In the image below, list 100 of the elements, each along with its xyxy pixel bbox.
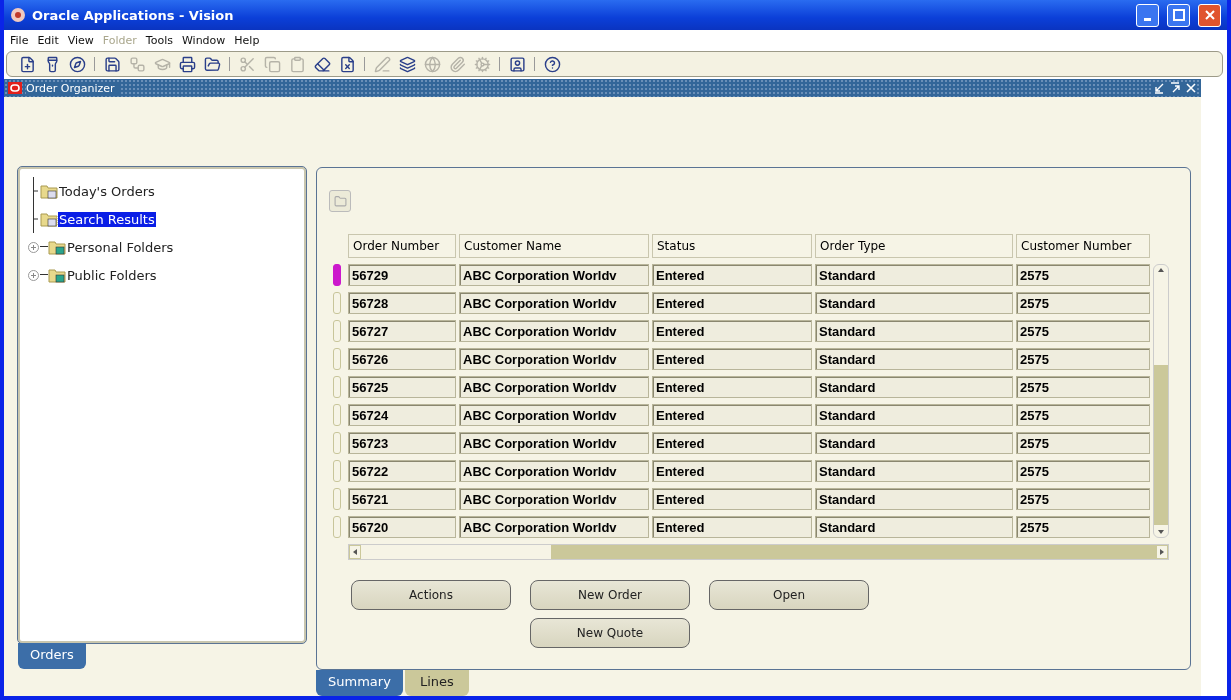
table-cell[interactable]: Entered: [652, 488, 812, 510]
table-cell[interactable]: Entered: [652, 516, 812, 538]
tab[interactable]: Lines: [404, 670, 469, 696]
table-cell[interactable]: 56726: [348, 348, 456, 370]
table-cell[interactable]: 56727: [348, 320, 456, 342]
scroll-thumb[interactable]: [1154, 365, 1168, 525]
table-cell[interactable]: Standard: [815, 488, 1013, 510]
table-cell[interactable]: Entered: [652, 292, 812, 314]
row-indicator[interactable]: [333, 404, 341, 426]
column-header[interactable]: Status: [652, 234, 812, 258]
tree-item[interactable]: Search Results: [58, 211, 156, 227]
table-cell[interactable]: ABC Corporation Worldv: [459, 488, 649, 510]
table-cell[interactable]: 2575: [1016, 348, 1150, 370]
maximize-icon[interactable]: [1169, 82, 1181, 94]
column-header[interactable]: Order Number: [348, 234, 456, 258]
column-header[interactable]: Customer Number: [1016, 234, 1150, 258]
table-cell[interactable]: ABC Corporation Worldv: [459, 348, 649, 370]
printer-icon[interactable]: [177, 54, 197, 74]
menu-item[interactable]: View: [67, 34, 94, 47]
eraser-icon[interactable]: [312, 54, 332, 74]
tree-item[interactable]: Today's Orders: [58, 183, 156, 199]
table-cell[interactable]: Standard: [815, 264, 1013, 286]
row-indicator[interactable]: [333, 432, 341, 454]
table-cell[interactable]: Entered: [652, 432, 812, 454]
close-icon[interactable]: [1185, 82, 1197, 94]
table-cell[interactable]: Standard: [815, 516, 1013, 538]
table-cell[interactable]: Entered: [652, 376, 812, 398]
tab[interactable]: Orders: [18, 643, 86, 669]
table-cell[interactable]: Standard: [815, 320, 1013, 342]
table-cell[interactable]: 56720: [348, 516, 456, 538]
scroll-right-icon[interactable]: [1157, 546, 1167, 558]
table-cell[interactable]: ABC Corporation Worldv: [459, 432, 649, 454]
row-indicator[interactable]: [333, 320, 341, 342]
menu-item[interactable]: Window: [181, 34, 226, 47]
folder-button[interactable]: [329, 190, 351, 212]
scroll-left-icon[interactable]: [350, 546, 360, 558]
row-indicator[interactable]: [333, 348, 341, 370]
minimize-icon[interactable]: [1153, 82, 1165, 94]
action-button[interactable]: New Order: [530, 580, 690, 610]
table-cell[interactable]: ABC Corporation Worldv: [459, 460, 649, 482]
row-indicator[interactable]: [333, 264, 341, 286]
table-cell[interactable]: 56721: [348, 488, 456, 510]
menu-item[interactable]: Tools: [145, 34, 173, 47]
tab[interactable]: Summary: [316, 670, 403, 696]
help-icon[interactable]: [542, 54, 562, 74]
tree-item[interactable]: Personal Folders: [66, 239, 175, 255]
table-cell[interactable]: 2575: [1016, 488, 1150, 510]
table-cell[interactable]: ABC Corporation Worldv: [459, 376, 649, 398]
table-cell[interactable]: Standard: [815, 460, 1013, 482]
column-header[interactable]: Order Type: [815, 234, 1013, 258]
table-cell[interactable]: 56725: [348, 376, 456, 398]
folder-icon[interactable]: [202, 54, 222, 74]
table-cell[interactable]: 56728: [348, 292, 456, 314]
table-cell[interactable]: Entered: [652, 348, 812, 370]
table-cell[interactable]: Standard: [815, 292, 1013, 314]
vertical-scrollbar[interactable]: [1153, 264, 1169, 538]
table-cell[interactable]: Standard: [815, 404, 1013, 426]
table-cell[interactable]: 2575: [1016, 264, 1150, 286]
compass-icon[interactable]: [67, 54, 87, 74]
table-cell[interactable]: Entered: [652, 264, 812, 286]
menu-item[interactable]: Edit: [37, 34, 59, 47]
close-button[interactable]: [1198, 3, 1221, 27]
menu-item[interactable]: File: [10, 34, 29, 47]
table-cell[interactable]: Entered: [652, 320, 812, 342]
column-header[interactable]: Customer Name: [459, 234, 649, 258]
table-cell[interactable]: Entered: [652, 460, 812, 482]
expand-icon[interactable]: [27, 269, 39, 281]
table-cell[interactable]: 2575: [1016, 404, 1150, 426]
table-cell[interactable]: 2575: [1016, 432, 1150, 454]
action-button[interactable]: Open: [709, 580, 869, 610]
table-cell[interactable]: ABC Corporation Worldv: [459, 264, 649, 286]
menu-item[interactable]: Help: [234, 34, 260, 47]
table-cell[interactable]: Standard: [815, 432, 1013, 454]
table-cell[interactable]: 2575: [1016, 460, 1150, 482]
table-cell[interactable]: 2575: [1016, 516, 1150, 538]
layers-icon[interactable]: [397, 54, 417, 74]
scroll-thumb[interactable]: [361, 545, 551, 559]
table-cell[interactable]: ABC Corporation Worldv: [459, 292, 649, 314]
row-indicator[interactable]: [333, 376, 341, 398]
table-cell[interactable]: Standard: [815, 348, 1013, 370]
table-cell[interactable]: 2575: [1016, 292, 1150, 314]
table-cell[interactable]: Standard: [815, 376, 1013, 398]
table-cell[interactable]: 56724: [348, 404, 456, 426]
minimize-button[interactable]: [1136, 3, 1159, 27]
table-cell[interactable]: 56722: [348, 460, 456, 482]
table-cell[interactable]: ABC Corporation Worldv: [459, 320, 649, 342]
maximize-button[interactable]: [1167, 3, 1190, 27]
action-button[interactable]: Actions: [351, 580, 511, 610]
row-indicator[interactable]: [333, 292, 341, 314]
table-cell[interactable]: ABC Corporation Worldv: [459, 516, 649, 538]
table-cell[interactable]: Entered: [652, 404, 812, 426]
horizontal-scrollbar[interactable]: [348, 544, 1169, 560]
row-indicator[interactable]: [333, 488, 341, 510]
expand-icon[interactable]: [27, 241, 39, 253]
save-icon[interactable]: [102, 54, 122, 74]
table-cell[interactable]: 2575: [1016, 320, 1150, 342]
table-cell[interactable]: 2575: [1016, 376, 1150, 398]
tree-item[interactable]: Public Folders: [66, 267, 158, 283]
row-indicator[interactable]: [333, 460, 341, 482]
table-cell[interactable]: 56729: [348, 264, 456, 286]
